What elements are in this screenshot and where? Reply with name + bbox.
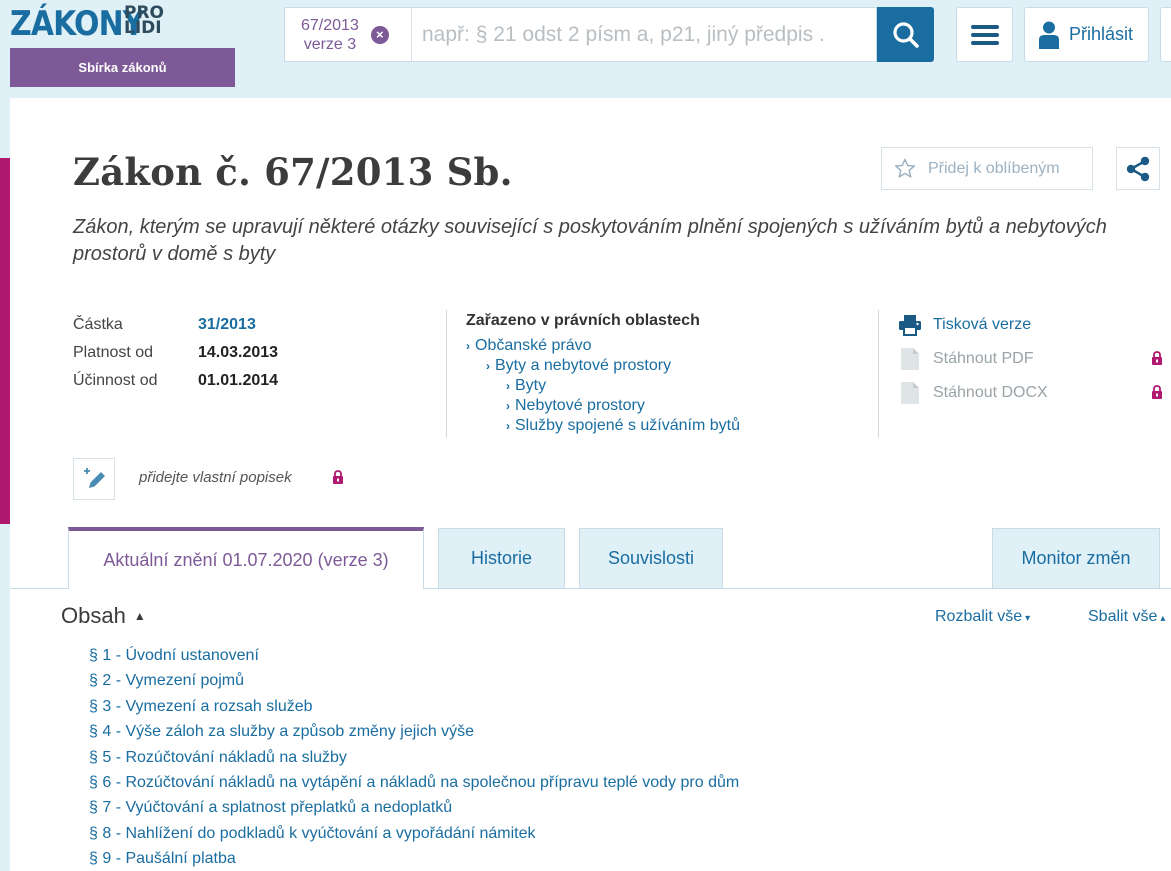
sbirka-zakonu-button[interactable]: Sbírka zákonů — [10, 48, 235, 87]
add-note-label: přidejte vlastní popisek — [139, 469, 292, 486]
chevron-right-icon: › — [506, 379, 510, 393]
chevron-down-icon: ▾ — [1025, 613, 1031, 624]
legal-area-link[interactable]: › Občanské právo — [466, 336, 740, 356]
law-subtitle: Zákon, kterým se upravují některé otázky… — [73, 216, 1107, 265]
printer-icon — [899, 315, 921, 336]
search-icon — [892, 21, 919, 48]
menu-button[interactable] — [956, 7, 1013, 62]
print-version-label: Tisková verze — [933, 316, 1032, 333]
add-to-favorites-button[interactable]: Přidej k oblíbeným — [881, 147, 1093, 190]
divider — [878, 310, 879, 438]
star-icon — [894, 158, 916, 178]
docx-file-icon — [901, 382, 919, 404]
pdf-file-icon — [901, 348, 919, 370]
search-input[interactable] — [412, 8, 876, 61]
meta-value: 14.03.2013 — [198, 344, 279, 361]
toc-item[interactable]: § 5 - Rozúčtování nákladů na služby — [89, 745, 739, 770]
login-label: Přihlásit — [1069, 24, 1134, 44]
chevron-up-icon: ▴ — [1160, 613, 1166, 624]
site-header: ZÁKONY PRO LIDI Sbírka zákonů 67/2013 ve… — [0, 0, 1171, 98]
share-button[interactable] — [1116, 147, 1160, 190]
toc-item[interactable]: § 8 - Nahlížení do podkladů k vyúčtování… — [89, 821, 739, 846]
legal-areas-title: Zařazeno v právních oblastech — [466, 312, 700, 329]
lock-icon — [333, 470, 343, 484]
chip-law-number: 67/2013 — [301, 16, 359, 34]
meta-label: Částka — [73, 316, 123, 333]
add-note-button[interactable] — [73, 458, 115, 500]
tab-change-monitor[interactable]: Monitor změn — [992, 528, 1160, 589]
toc-item[interactable]: § 9 - Paušální platba — [89, 846, 739, 871]
legal-area-link[interactable]: › Nebytové prostory — [506, 396, 740, 416]
toc-item[interactable]: § 4 - Výše záloh za služby a způsob změn… — [89, 719, 739, 744]
logo-pro-lidi: PRO LIDI — [124, 3, 165, 38]
user-icon — [1039, 21, 1059, 49]
share-icon — [1126, 156, 1150, 181]
legal-area-link[interactable]: › Byty — [506, 376, 740, 396]
legal-area-link[interactable]: › Byty a nebytové prostory — [486, 356, 740, 376]
login-button[interactable]: Přihlásit — [1024, 7, 1149, 62]
toc-item[interactable]: § 6 - Rozúčtování nákladů na vytápění a … — [89, 770, 739, 795]
castka-link[interactable]: 31/2013 — [198, 316, 256, 334]
toc-item[interactable]: § 2 - Vymezení pojmů — [89, 668, 739, 693]
tab-current-version[interactable]: Aktuální znění 01.07.2020 (verze 3) — [68, 527, 424, 589]
divider — [446, 310, 447, 438]
toc-item[interactable]: § 1 - Úvodní ustanovení — [89, 643, 739, 668]
lock-icon — [1152, 351, 1162, 365]
meta-row-castka: Částka 31/2013 — [73, 311, 278, 339]
document-actions: Tisková verze Stáhnout PDF Stáhnout DOCX — [899, 308, 1171, 410]
meta-value: 01.01.2014 — [198, 372, 279, 389]
document-card: Zákon č. 67/2013 Sb. Přidej k oblíbeným … — [10, 98, 1171, 871]
chevron-right-icon: › — [466, 339, 470, 353]
site-logo[interactable]: ZÁKONY PRO LIDI — [10, 2, 165, 46]
chip-remove-icon[interactable]: × — [370, 25, 389, 44]
toc-item[interactable]: § 3 - Vymezení a rozsah služeb — [89, 694, 739, 719]
search-chip[interactable]: 67/2013 verze 3 × — [285, 8, 412, 61]
meta-label: Účinnost od — [73, 372, 158, 389]
tab-related[interactable]: Souvislosti — [579, 528, 723, 589]
download-docx-label: Stáhnout DOCX — [933, 384, 1048, 401]
tab-history[interactable]: Historie — [438, 528, 565, 589]
chip-version: verze 3 — [303, 35, 357, 53]
search-button[interactable] — [877, 7, 934, 62]
favorite-label: Přidej k oblíbeným — [928, 159, 1060, 177]
chevron-up-icon: ▲ — [133, 609, 146, 623]
meta-row-platnost: Platnost od 14.03.2013 — [73, 339, 278, 367]
print-version-link[interactable]: Tisková verze — [899, 308, 1171, 342]
download-pdf-link[interactable]: Stáhnout PDF — [899, 342, 1171, 376]
chevron-right-icon: › — [506, 419, 510, 433]
download-pdf-label: Stáhnout PDF — [933, 350, 1034, 367]
page-title: Zákon č. 67/2013 Sb. — [73, 150, 513, 194]
table-of-contents: § 1 - Úvodní ustanovení § 2 - Vymezení p… — [89, 643, 739, 871]
contents-title: Obsah — [61, 603, 126, 628]
search-box: 67/2013 verze 3 × — [284, 7, 877, 62]
legal-areas: Zařazeno v právních oblastech › Občanské … — [466, 312, 740, 436]
partial-header-button[interactable] — [1160, 7, 1171, 62]
lock-icon — [1152, 385, 1162, 399]
hamburger-icon — [970, 24, 999, 45]
law-metadata: Částka 31/2013 Platnost od 14.03.2013 Úč… — [73, 311, 278, 395]
meta-label: Platnost od — [73, 344, 154, 361]
meta-row-ucinnost: Účinnost od 01.01.2014 — [73, 367, 278, 395]
collapse-all-link[interactable]: Sbalit vše ▴ — [1088, 608, 1165, 626]
edit-note-icon — [84, 468, 105, 488]
chevron-right-icon: › — [506, 399, 510, 413]
legal-area-link[interactable]: › Služby spojené s užíváním bytů — [506, 416, 740, 436]
left-accent-strip — [0, 158, 10, 524]
download-docx-link[interactable]: Stáhnout DOCX — [899, 376, 1171, 410]
expand-all-link[interactable]: Rozbalit vše ▾ — [935, 608, 1030, 626]
contents-heading[interactable]: Obsah ▲ — [61, 603, 146, 629]
chevron-right-icon: › — [486, 359, 490, 373]
toc-item[interactable]: § 7 - Vyúčtování a splatnost přeplatků a… — [89, 795, 739, 820]
